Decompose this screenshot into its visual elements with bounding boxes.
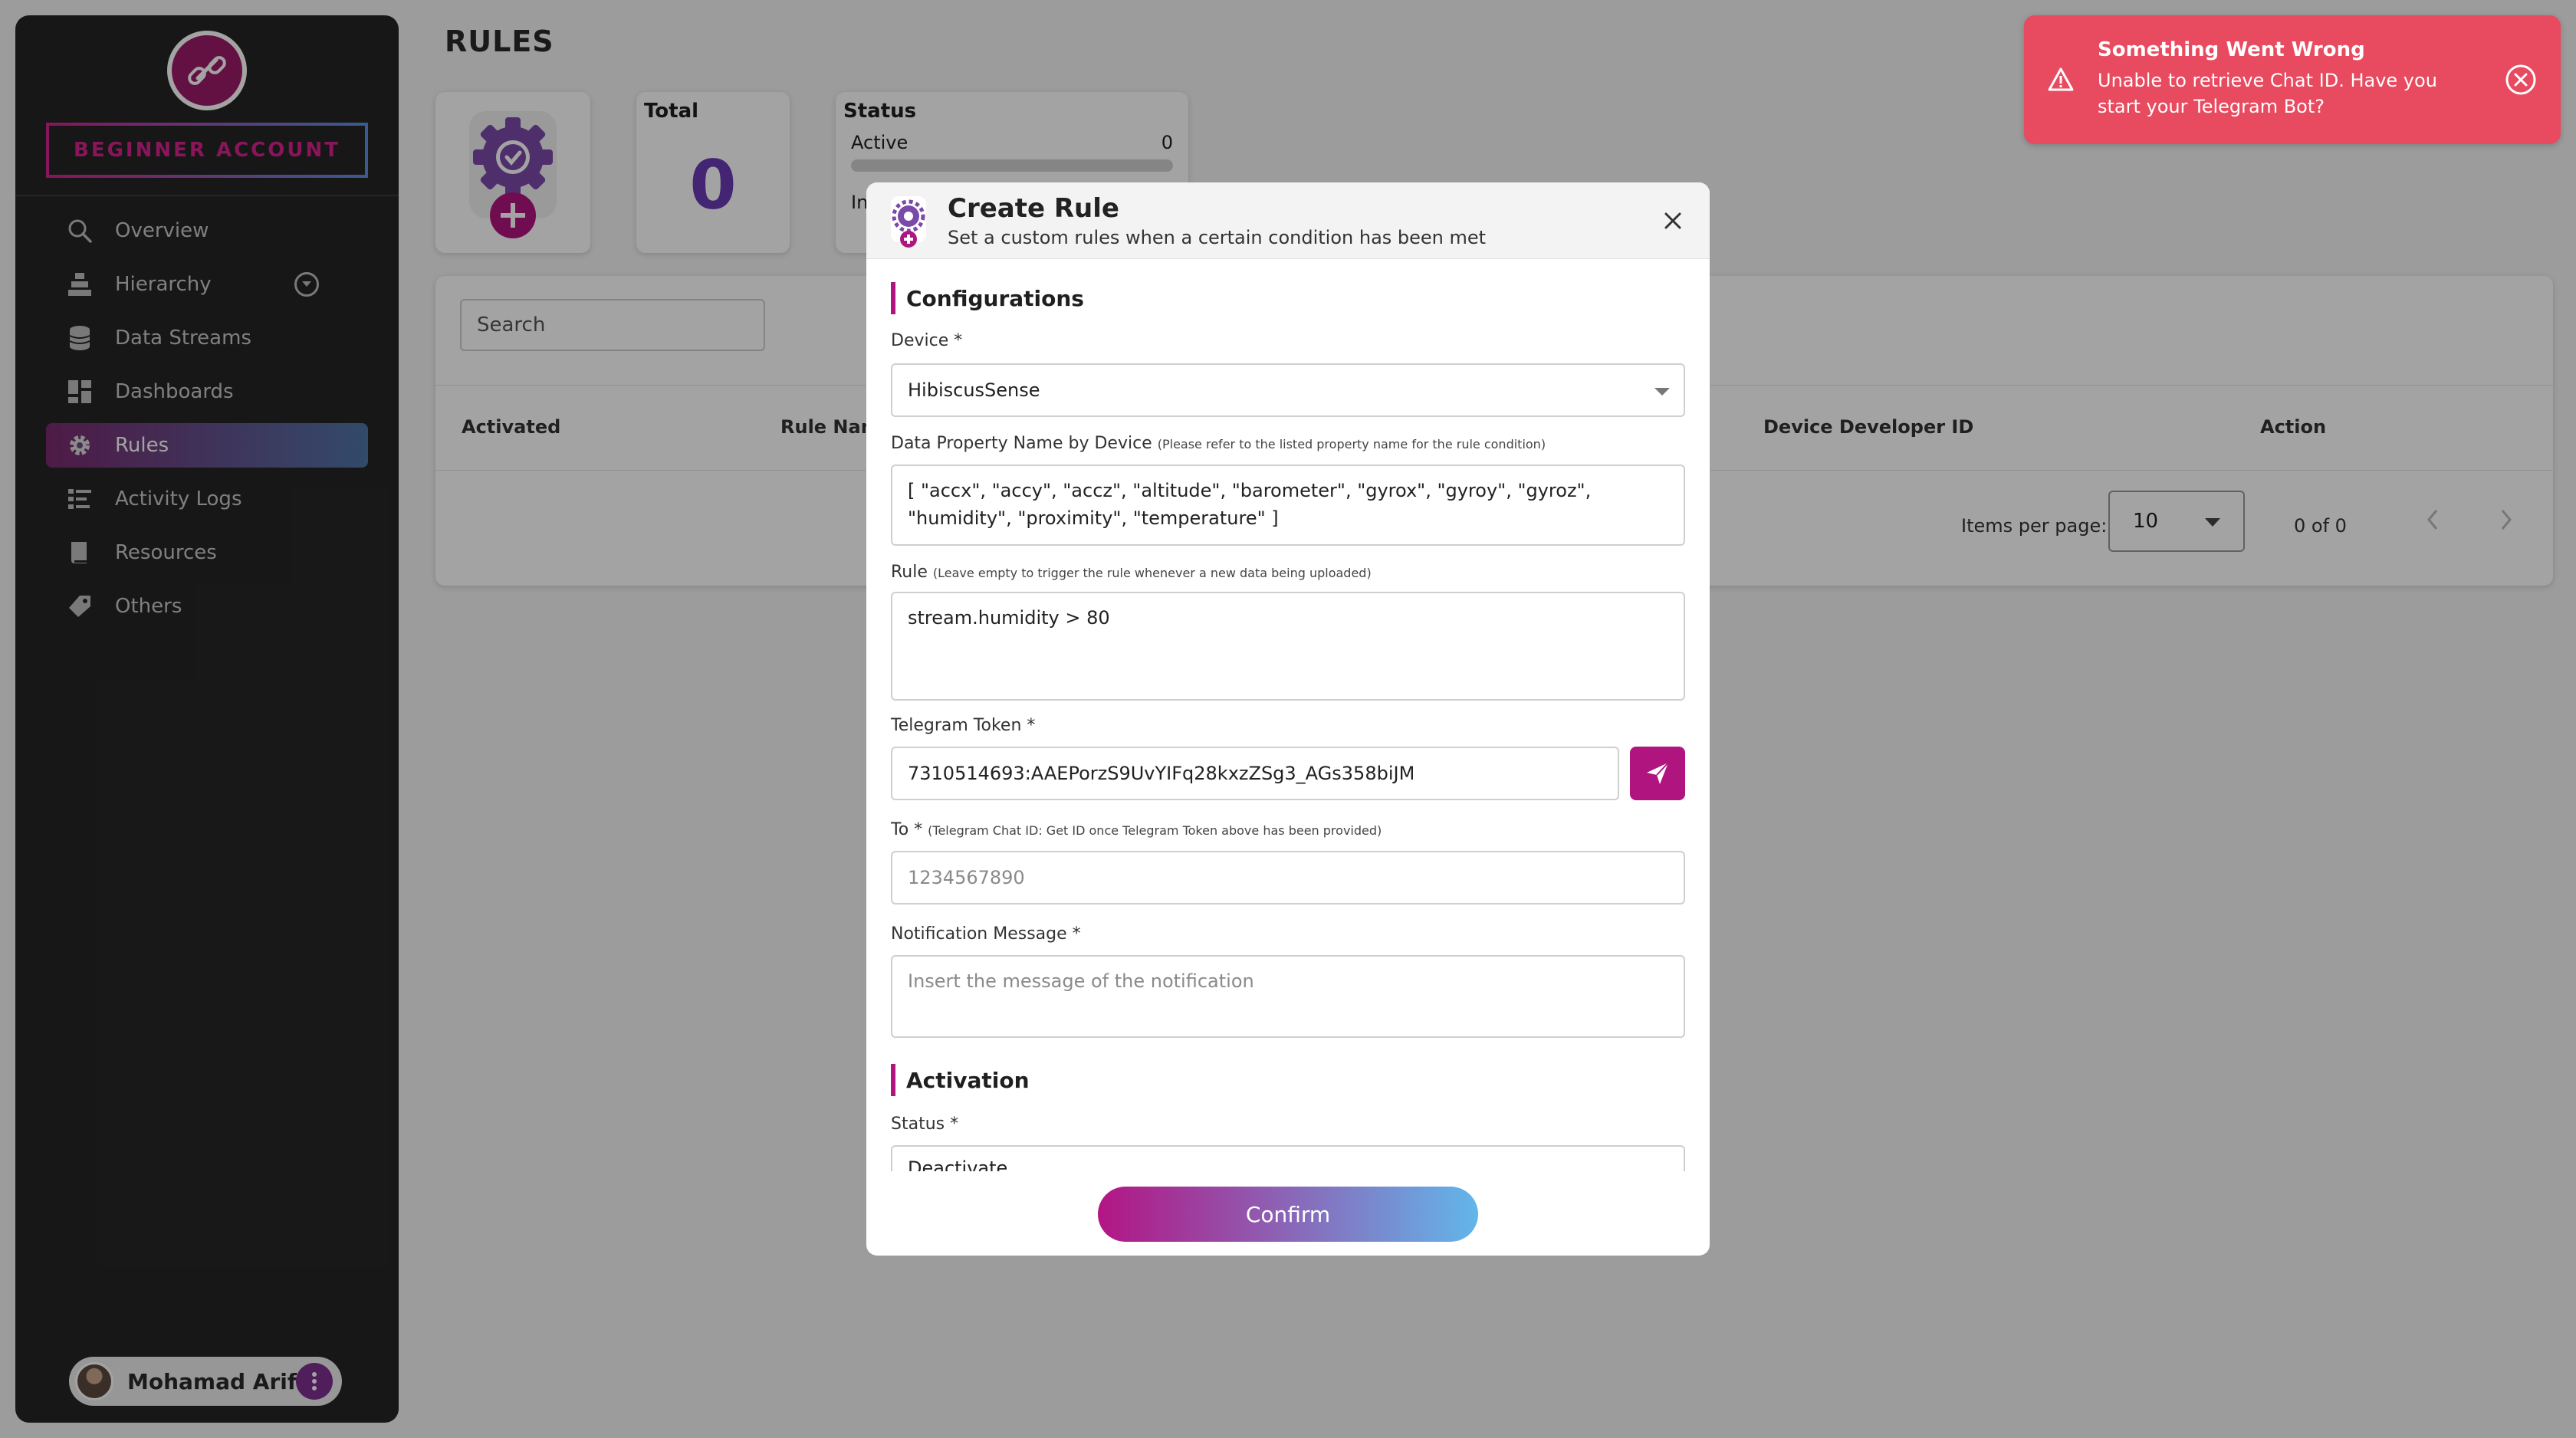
caret-down-icon bbox=[1654, 388, 1670, 396]
modal-body[interactable]: Configurations Device * HibiscusSense Da… bbox=[866, 259, 1710, 1171]
to-hint: (Telegram Chat ID: Get ID once Telegram … bbox=[928, 823, 1382, 838]
device-select[interactable]: HibiscusSense bbox=[891, 363, 1685, 417]
rule-label: Rule (Leave empty to trigger the rule wh… bbox=[891, 563, 1372, 582]
props-label: Data Property Name by Device (Please ref… bbox=[891, 434, 1546, 453]
close-icon[interactable] bbox=[1659, 207, 1687, 235]
props-hint: (Please refer to the listed property nam… bbox=[1157, 437, 1546, 451]
create-rule-modal: Create Rule Set a custom rules when a ce… bbox=[866, 182, 1710, 1256]
toast-title: Something Went Wrong bbox=[2098, 38, 2365, 61]
error-toast: Something Went Wrong Unable to retrieve … bbox=[2024, 15, 2561, 144]
props-field: [ "accx", "accy", "accz", "altitude", "b… bbox=[891, 465, 1685, 546]
rule-label-text: Rule bbox=[891, 563, 928, 582]
notification-message-textarea[interactable]: Insert the message of the notification bbox=[891, 955, 1685, 1038]
status-select[interactable]: Deactivate bbox=[891, 1145, 1685, 1171]
rule-gear-icon bbox=[891, 196, 926, 248]
chat-id-input[interactable]: 1234567890 bbox=[891, 851, 1685, 904]
modal-header: Create Rule Set a custom rules when a ce… bbox=[866, 182, 1710, 259]
modal-subtitle: Set a custom rules when a certain condit… bbox=[948, 227, 1487, 248]
send-token-button[interactable] bbox=[1630, 747, 1685, 800]
to-label: To * (Telegram Chat ID: Get ID once Tele… bbox=[891, 820, 1382, 839]
device-value: HibiscusSense bbox=[908, 379, 1040, 401]
send-icon bbox=[1647, 762, 1669, 784]
telegram-token-input[interactable]: 7310514693:AAEPorzS9UvYIFq28kxzZSg3_AGs3… bbox=[891, 747, 1619, 800]
rule-textarea[interactable]: stream.humidity > 80 bbox=[891, 592, 1685, 701]
confirm-button[interactable]: Confirm bbox=[1098, 1187, 1478, 1242]
device-label: Device * bbox=[891, 331, 963, 350]
message-label: Notification Message * bbox=[891, 924, 1081, 944]
status-label: Status * bbox=[891, 1115, 959, 1134]
section-activation: Activation bbox=[891, 1064, 1030, 1096]
props-label-text: Data Property Name by Device bbox=[891, 434, 1152, 453]
section-configurations: Configurations bbox=[891, 282, 1084, 314]
token-label: Telegram Token * bbox=[891, 716, 1036, 735]
toast-message: Unable to retrieve Chat ID. Have you sta… bbox=[2098, 70, 2437, 117]
close-circle-icon[interactable] bbox=[2504, 63, 2538, 97]
to-label-text: To * bbox=[891, 820, 923, 839]
rule-hint: (Leave empty to trigger the rule wheneve… bbox=[932, 566, 1372, 580]
modal-title: Create Rule bbox=[948, 193, 1119, 224]
warning-icon bbox=[2048, 67, 2074, 91]
status-value: Deactivate bbox=[908, 1157, 1008, 1171]
